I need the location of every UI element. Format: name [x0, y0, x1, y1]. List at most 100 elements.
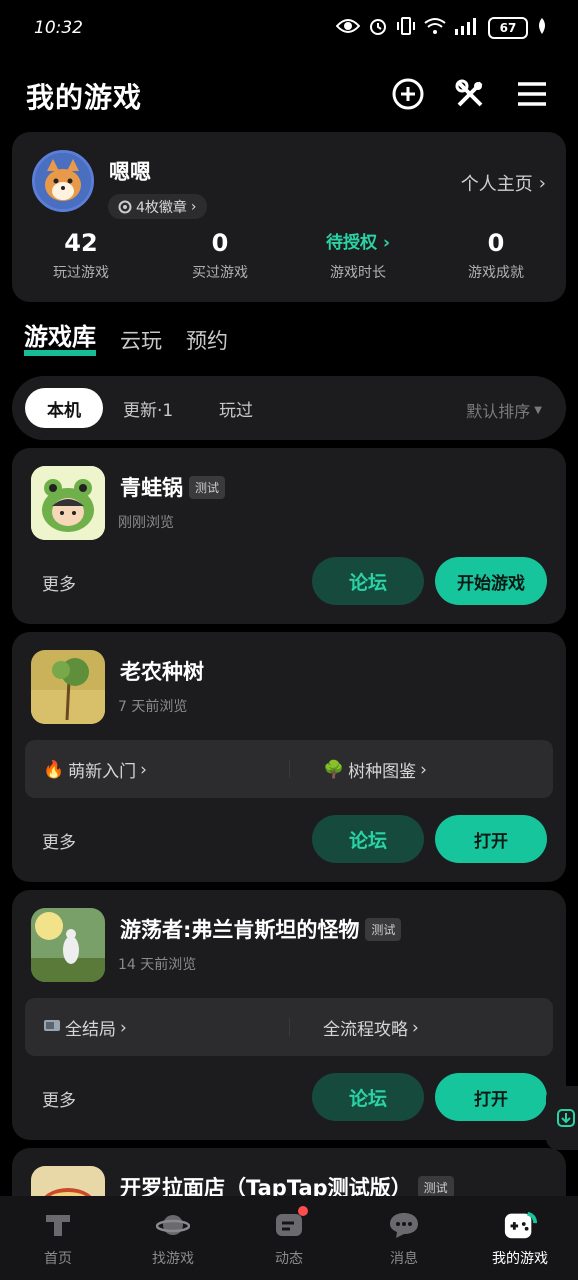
signal-icon: [454, 17, 480, 39]
stat-value: 42: [64, 229, 98, 257]
quick-links: 全结局 › 全流程攻略 ›: [25, 998, 553, 1056]
caret-down-icon: ▼: [534, 404, 542, 416]
notification-dot: [298, 1206, 308, 1216]
open-button[interactable]: 打开: [435, 815, 547, 863]
quick-link-tree-guide[interactable]: 🌳 树种图鉴 ›: [323, 757, 427, 783]
forum-button[interactable]: 论坛: [312, 557, 424, 605]
shiba-avatar-icon: [35, 153, 91, 209]
tab-cloud-play[interactable]: 云玩: [120, 325, 162, 355]
stat-played[interactable]: 42 玩过游戏: [21, 228, 141, 282]
sort-label: 默认排序: [466, 402, 531, 421]
nav-my-games[interactable]: 我的游戏: [470, 1208, 570, 1268]
quick-link-label: 萌新入门: [68, 762, 137, 782]
stat-value: 0: [487, 229, 505, 257]
game-title: 老农种树: [120, 656, 204, 686]
nav-label: 我的游戏: [492, 1251, 548, 1267]
divider: [289, 760, 290, 778]
tab-library[interactable]: 游戏库: [24, 324, 96, 356]
chevron-right-icon: ›: [412, 1017, 419, 1038]
download-float-button[interactable]: [546, 1086, 578, 1150]
more-button[interactable]: 更多: [42, 828, 76, 853]
status-bar: 10:32 67: [0, 0, 578, 60]
badges-button[interactable]: 4枚徽章 ›: [108, 194, 207, 219]
chevron-right-icon: ›: [382, 233, 390, 253]
chevron-right-icon: ›: [538, 172, 546, 194]
planet-icon: [156, 1208, 190, 1242]
battery-indicator: 67: [488, 17, 528, 39]
feed-icon: [272, 1206, 308, 1242]
profile-card: 嗯嗯 4枚徽章 › 个人主页 › 42 玩过游戏 0 买过游戏 待授权 › 游戏…: [12, 132, 566, 302]
start-game-button[interactable]: 开始游戏: [435, 557, 547, 605]
chat-bubble-icon: [387, 1208, 421, 1242]
tools-button[interactable]: [452, 76, 488, 112]
game-icon: [31, 466, 105, 540]
more-button[interactable]: 更多: [42, 570, 76, 595]
open-button[interactable]: 打开: [435, 1073, 547, 1121]
homepage-link[interactable]: 个人主页 ›: [461, 170, 546, 196]
badges-label: 4枚徽章: [136, 199, 187, 216]
filter-bar: 本机 更新·1 玩过 默认排序 ▼: [12, 376, 566, 440]
tree-game-icon: [31, 650, 105, 724]
nav-label: 首页: [44, 1251, 72, 1267]
nav-discover[interactable]: 找游戏: [123, 1208, 223, 1268]
tree-icon: 🌳: [323, 759, 345, 780]
vibrate-icon: [396, 16, 416, 40]
tv-icon: [43, 1017, 61, 1038]
status-icons: 67: [335, 16, 548, 40]
homepage-label: 个人主页: [460, 174, 533, 195]
game-card[interactable]: 游荡者:弗兰肯斯坦的怪物 测试 14 天前浏览 全结局 › 全流程攻略 › 更多…: [12, 890, 566, 1140]
stat-label: 玩过游戏: [53, 265, 109, 281]
game-icon: [31, 908, 105, 982]
chevron-right-icon: ›: [120, 1017, 127, 1038]
filter-chip-updates[interactable]: 更新·1: [101, 388, 195, 428]
game-card[interactable]: 青蛙锅 测试 刚刚浏览 更多 论坛 开始游戏: [12, 448, 566, 624]
nav-label: 找游戏: [152, 1251, 194, 1267]
header: 我的游戏: [0, 70, 578, 120]
quick-link-walkthrough[interactable]: 全流程攻略 ›: [323, 1015, 419, 1041]
tab-reservations[interactable]: 预约: [186, 325, 228, 355]
download-icon: [557, 1109, 575, 1127]
stat-label: 买过游戏: [192, 265, 248, 281]
medal-icon: [118, 200, 132, 213]
avatar[interactable]: [32, 150, 94, 212]
menu-button[interactable]: [514, 76, 550, 112]
quick-link-all-endings[interactable]: 全结局 ›: [43, 1015, 127, 1040]
filter-chip-local[interactable]: 本机: [25, 388, 103, 428]
stat-label: 游戏时长: [330, 265, 386, 281]
authorize-label: 待授权: [326, 233, 378, 253]
quick-link-label: 全流程攻略: [323, 1020, 408, 1040]
quick-link-beginner[interactable]: 🔥 萌新入门 ›: [43, 757, 147, 783]
game-title: 游荡者:弗兰肯斯坦的怪物 测试: [120, 914, 402, 944]
gamepad-icon: [503, 1208, 537, 1242]
game-title-text: 游荡者:弗兰肯斯坦的怪物: [120, 918, 360, 942]
chevron-right-icon: ›: [140, 759, 147, 780]
more-button[interactable]: 更多: [42, 1086, 76, 1111]
bottom-nav: 首页 找游戏 动态 消息 我的游戏: [0, 1196, 578, 1280]
page-title: 我的游戏: [26, 81, 143, 114]
taptap-home-icon: [41, 1208, 75, 1242]
nav-home[interactable]: 首页: [8, 1208, 108, 1268]
forum-button[interactable]: 论坛: [312, 1073, 424, 1121]
chevron-right-icon: ›: [420, 759, 427, 780]
test-tag: 测试: [189, 475, 226, 499]
filter-chip-played[interactable]: 玩过: [197, 388, 275, 428]
add-button[interactable]: [390, 76, 426, 112]
test-tag: 测试: [365, 917, 402, 941]
add-circle-icon: [392, 78, 424, 110]
game-title-text: 老农种树: [120, 660, 204, 684]
username: 嗯嗯: [109, 160, 151, 184]
chevron-right-icon: ›: [190, 198, 197, 215]
divider: [289, 1018, 290, 1036]
nav-feed[interactable]: 动态: [239, 1206, 339, 1268]
nav-label: 动态: [275, 1251, 303, 1267]
stat-playtime[interactable]: 待授权 › 游戏时长: [298, 228, 418, 282]
frog-game-icon: [31, 466, 105, 540]
browse-time: 14 天前浏览: [118, 957, 197, 973]
stat-bought[interactable]: 0 买过游戏: [160, 228, 280, 282]
stat-achievements[interactable]: 0 游戏成就: [436, 228, 556, 282]
nav-messages[interactable]: 消息: [354, 1208, 454, 1268]
game-card[interactable]: 老农种树 7 天前浏览 🔥 萌新入门 › 🌳 树种图鉴 › 更多 论坛 打开: [12, 632, 566, 882]
sort-dropdown[interactable]: 默认排序 ▼: [466, 398, 542, 422]
alarm-icon: [368, 16, 388, 40]
forum-button[interactable]: 论坛: [312, 815, 424, 863]
